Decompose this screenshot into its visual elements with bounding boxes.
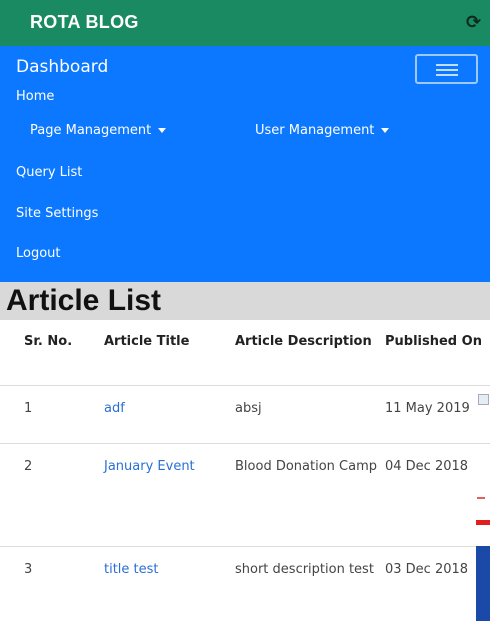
- article-title-link[interactable]: adf: [104, 401, 125, 416]
- caret-down-icon: [381, 128, 390, 133]
- column-header-article-title: Article Title: [104, 334, 190, 349]
- article-table: Sr. No. Article Title Article Descriptio…: [0, 325, 490, 627]
- cropped-image-fragment: [477, 497, 485, 503]
- cell-article-description: absj: [235, 385, 385, 444]
- cropped-image-fragment: [476, 520, 490, 525]
- cell-article-description: short description test: [235, 546, 385, 627]
- column-header-article-description: Article Description: [235, 334, 372, 349]
- nav-item-label: User Management: [255, 123, 375, 138]
- cell-article-title: January Event: [104, 443, 235, 547]
- cell-article-title: title test: [104, 546, 235, 627]
- nav-item-user-management[interactable]: User Management: [255, 123, 390, 138]
- caret-down-icon: [158, 128, 167, 133]
- menu-toggle-button[interactable]: [415, 54, 478, 84]
- cell-published-on: 04 Dec 2018: [385, 443, 490, 547]
- cell-published-on: 03 Dec 2018: [385, 546, 490, 627]
- cell-article-title: adf: [104, 385, 235, 444]
- cell-sr-no: 2: [0, 443, 104, 547]
- cell-article-description: Blood Donation Camp: [235, 443, 385, 547]
- menu-toggle-icon-bar: [436, 69, 458, 71]
- nav-item-query-list[interactable]: Query List: [16, 165, 82, 180]
- cropped-image-fragment: [476, 546, 490, 621]
- article-title-link[interactable]: January Event: [104, 459, 195, 474]
- nav-item-site-settings[interactable]: Site Settings: [16, 206, 98, 221]
- nav-item-page-management[interactable]: Page Management: [30, 123, 167, 138]
- image-placeholder-icon: [478, 394, 489, 405]
- cell-sr-no: 3: [0, 546, 104, 627]
- column-header-published-on: Published On: [385, 334, 482, 349]
- table-row: 1 adf absj 11 May 2019: [0, 385, 490, 444]
- menu-toggle-icon: [436, 64, 458, 66]
- menu-toggle-icon-bar: [436, 74, 458, 76]
- table-header-row: Sr. No. Article Title Article Descriptio…: [0, 325, 490, 386]
- page-title: Article List: [6, 284, 162, 317]
- column-header-sr-no: Sr. No.: [24, 334, 73, 349]
- main-navigation: Dashboard Home Page Management User Mana…: [0, 46, 490, 282]
- cell-sr-no: 1: [0, 385, 104, 444]
- nav-item-logout[interactable]: Logout: [16, 246, 61, 261]
- nav-item-home[interactable]: Home: [16, 89, 54, 104]
- cell-published-on: 11 May 2019: [385, 385, 490, 444]
- nav-item-label: Page Management: [30, 123, 152, 138]
- nav-title-dashboard[interactable]: Dashboard: [16, 57, 108, 77]
- article-title-link[interactable]: title test: [104, 562, 159, 577]
- refresh-icon[interactable]: ⟳: [466, 12, 481, 33]
- top-app-bar: ROTA BLOG ⟳: [0, 0, 490, 46]
- brand-logo-text[interactable]: ROTA BLOG: [30, 12, 139, 33]
- table-row: 3 title test short description test 03 D…: [0, 546, 490, 627]
- table-row: 2 January Event Blood Donation Camp 04 D…: [0, 443, 490, 547]
